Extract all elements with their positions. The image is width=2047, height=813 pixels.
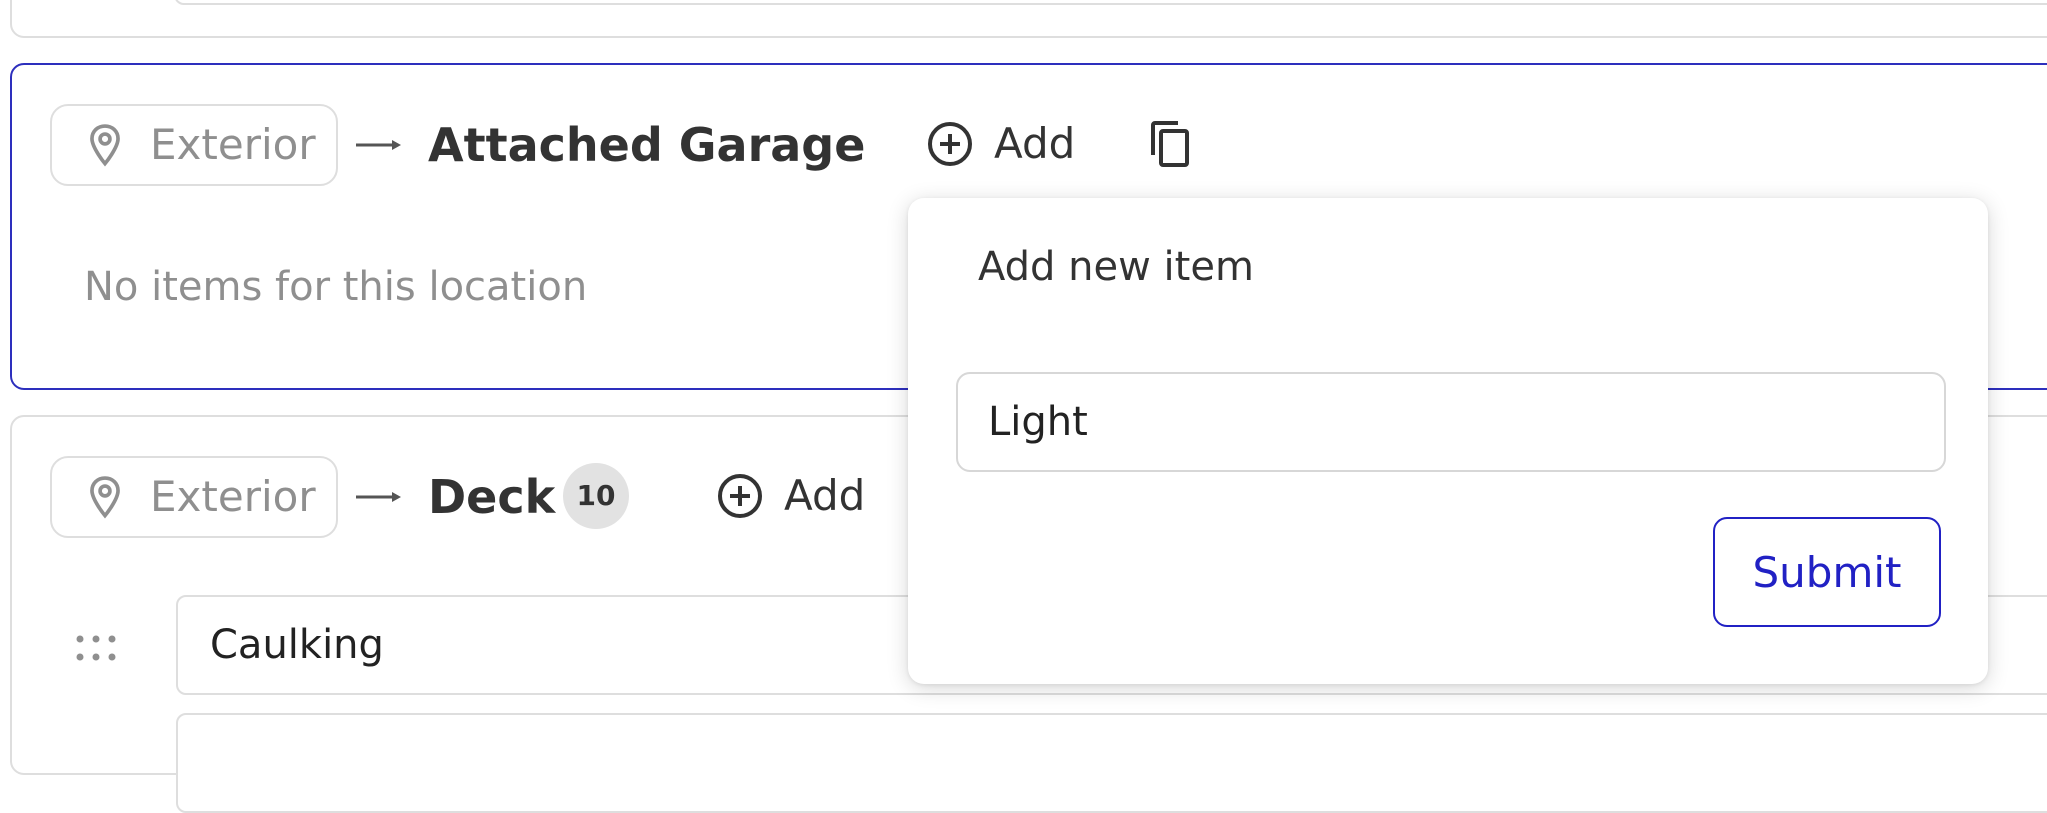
- popover-title: Add new item: [978, 244, 1254, 290]
- map-pin-icon: [90, 124, 120, 167]
- add-item-label: Add: [784, 471, 866, 520]
- empty-state-text: No items for this location: [84, 264, 588, 310]
- map-pin-icon: [90, 476, 120, 519]
- add-item-button[interactable]: Add: [926, 120, 1075, 168]
- plus-circle-icon: [928, 122, 972, 166]
- arrow-right-icon: [356, 492, 401, 502]
- add-item-label: Add: [994, 119, 1076, 168]
- item-field[interactable]: [176, 713, 2047, 813]
- add-item-button[interactable]: Add: [716, 472, 865, 520]
- new-item-input[interactable]: [956, 372, 1946, 472]
- location-title: Deck: [428, 470, 556, 524]
- location-title: Attached Garage: [428, 118, 866, 172]
- add-item-popover: Add new item Submit: [908, 198, 1988, 684]
- location-card-previous: [10, 0, 2047, 38]
- copy-icon[interactable]: [1148, 119, 1192, 169]
- parent-location-chip[interactable]: Exterior: [50, 104, 338, 186]
- submit-button[interactable]: Submit: [1713, 517, 1941, 627]
- item-count-badge: 10: [563, 463, 629, 529]
- parent-location-chip[interactable]: Exterior: [50, 456, 338, 538]
- plus-circle-icon: [718, 474, 762, 518]
- parent-location-label: Exterior: [150, 472, 316, 521]
- drag-handle-icon[interactable]: [74, 633, 118, 663]
- item-field-previous[interactable]: [174, 0, 2047, 5]
- parent-location-label: Exterior: [150, 120, 316, 169]
- arrow-right-icon: [356, 140, 401, 150]
